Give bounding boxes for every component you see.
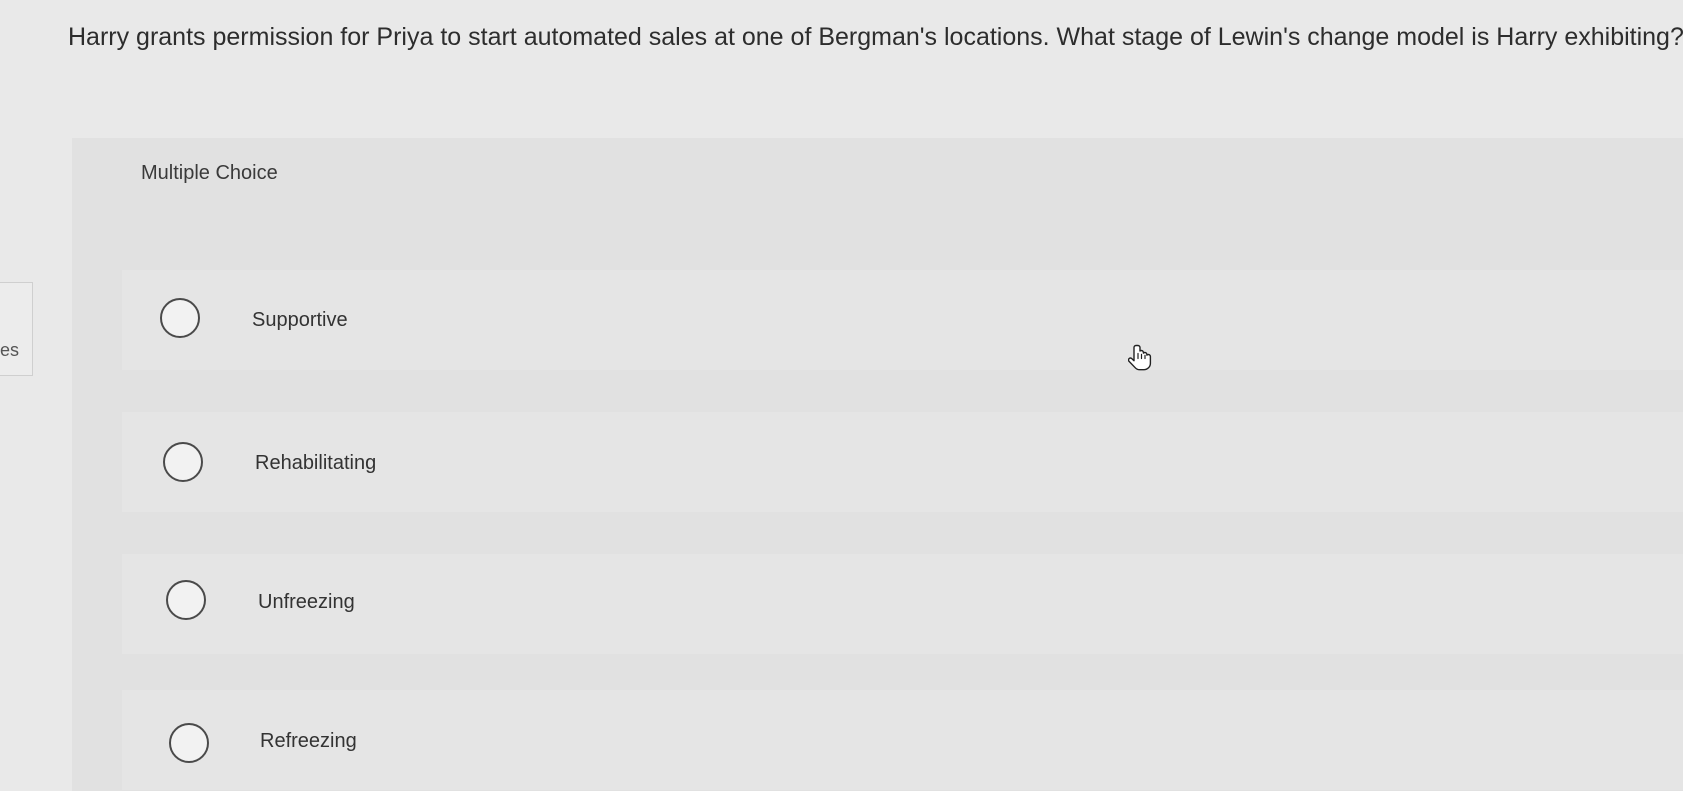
left-side-panel-edge xyxy=(0,282,33,376)
answer-option-supportive[interactable]: Supportive xyxy=(122,270,1683,370)
radio-unselected-icon[interactable] xyxy=(163,442,203,482)
answer-option-label: Unfreezing xyxy=(258,591,355,613)
question-text: Harry grants permission for Priya to sta… xyxy=(68,23,1683,51)
answer-option-label: Supportive xyxy=(252,309,348,331)
radio-unselected-icon[interactable] xyxy=(169,723,209,763)
radio-unselected-icon[interactable] xyxy=(160,298,200,338)
multiple-choice-label: Multiple Choice xyxy=(141,162,278,184)
hand-pointer-icon xyxy=(1128,344,1152,371)
answer-option-rehabilitating[interactable]: Rehabilitating xyxy=(122,412,1683,512)
answer-option-label: Rehabilitating xyxy=(255,452,377,474)
answer-option-label: Refreezing xyxy=(260,730,357,752)
radio-unselected-icon[interactable] xyxy=(166,580,206,620)
left-side-panel-text: es xyxy=(0,340,20,360)
answer-option-refreezing[interactable]: Refreezing xyxy=(122,690,1683,790)
answer-option-unfreezing[interactable]: Unfreezing xyxy=(122,554,1683,654)
